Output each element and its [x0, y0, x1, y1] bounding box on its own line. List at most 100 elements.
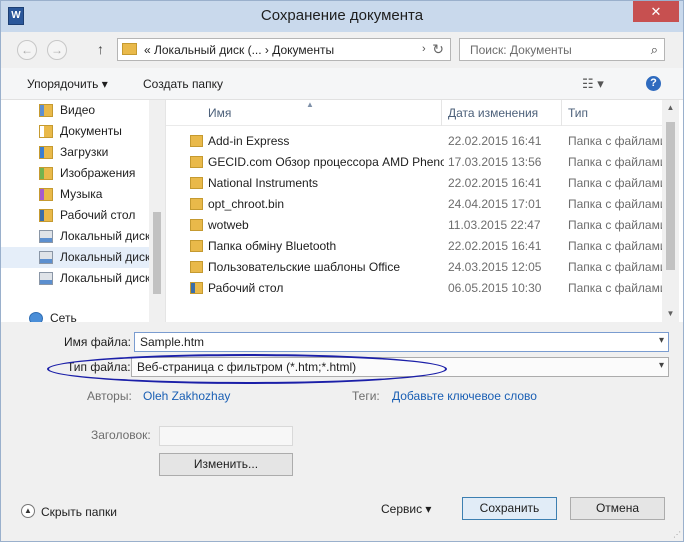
pictures-folder-icon — [39, 167, 53, 180]
file-row[interactable]: Папка обміну Bluetooth 22.02.2015 16:41 … — [166, 236, 662, 257]
sidebar-item-label: Сеть — [50, 311, 77, 322]
chevron-down-icon[interactable]: ▾ — [659, 360, 664, 371]
title-label: Заголовок: — [91, 428, 151, 442]
sidebar-item-music[interactable]: Музыка — [1, 184, 149, 205]
sidebar-item-label: Изображения — [60, 166, 136, 180]
sidebar-item-documents[interactable]: Документы — [1, 121, 149, 142]
sidebar-item-desktop[interactable]: Рабочий стол — [1, 205, 149, 226]
file-date: 22.02.2015 16:41 — [448, 176, 542, 190]
file-row[interactable]: GECID.com Обзор процессора AMD Phenom 17… — [166, 152, 662, 173]
file-type: Папка с файлами — [568, 155, 662, 169]
column-divider[interactable] — [561, 100, 562, 126]
toolbar: Упорядочить ▾ Создать папку ☷ ▾ ? — [1, 68, 683, 100]
new-folder-button[interactable]: Создать папку — [143, 77, 223, 91]
music-folder-icon — [39, 188, 53, 201]
authors-value[interactable]: Oleh Zakhozhay — [143, 389, 230, 403]
video-folder-icon — [39, 104, 53, 117]
file-name: wotweb — [208, 218, 249, 232]
address-bar[interactable]: « Локальный диск (... › Документы › ↻ — [117, 38, 451, 61]
file-row[interactable]: opt_chroot.bin 24.04.2015 17:01 Папка с … — [166, 194, 662, 215]
column-header-date[interactable]: Дата изменения — [448, 106, 538, 120]
sort-ascending-icon: ▲ — [306, 100, 314, 109]
help-icon[interactable]: ? — [646, 76, 661, 91]
filetype-value: Веб-страница с фильтром (*.htm;*.html) — [137, 360, 357, 374]
sidebar-item-label: Локальный диск — [60, 271, 151, 285]
forward-button[interactable]: → — [47, 40, 67, 60]
sidebar-item-pictures[interactable]: Изображения — [1, 163, 149, 184]
search-icon[interactable]: ⌕ — [651, 42, 658, 58]
sidebar-item-label: Рабочий стол — [60, 208, 136, 222]
save-document-dialog: W Сохранение документа ✕ ← → ↑ « Локальн… — [0, 0, 684, 542]
sidebar-item-downloads[interactable]: Загрузки — [1, 142, 149, 163]
chevron-right-icon[interactable]: › — [422, 43, 426, 55]
file-name: National Instruments — [208, 176, 319, 190]
close-button[interactable]: ✕ — [633, 1, 679, 22]
file-row[interactable]: wotweb 11.03.2015 22:47 Папка с файлами — [166, 215, 662, 236]
hide-folders-button[interactable]: Скрыть папки — [41, 505, 117, 519]
scrollbar-thumb[interactable] — [666, 122, 675, 270]
save-button[interactable]: Сохранить — [462, 497, 557, 520]
file-name: GECID.com Обзор процессора AMD Phenom — [208, 155, 444, 169]
desktop-folder-icon — [39, 209, 53, 222]
file-row[interactable]: Пользовательские шаблоны Office 24.03.20… — [166, 257, 662, 278]
column-header-type[interactable]: Тип — [568, 106, 588, 120]
sidebar-item-local-disk-2[interactable]: Локальный диск — [1, 247, 151, 268]
title-input — [159, 426, 293, 446]
sidebar-item-video[interactable]: Видео — [1, 100, 149, 121]
sidebar-item-local-disk-3[interactable]: Локальный диск — [1, 268, 151, 289]
folder-icon — [190, 156, 203, 168]
file-type: Папка с файлами — [568, 260, 662, 274]
title-bar: W Сохранение документа ✕ — [1, 1, 683, 32]
network-icon — [29, 312, 43, 322]
view-options-icon[interactable]: ☷ ▾ — [582, 76, 604, 92]
navigation-bar: ← → ↑ « Локальный диск (... › Документы … — [1, 32, 683, 68]
file-type: Папка с файлами — [568, 218, 662, 232]
sidebar-item-label: Локальный диск — [60, 250, 151, 264]
file-date: 17.03.2015 13:56 — [448, 155, 542, 169]
documents-folder-icon — [39, 125, 53, 138]
chevron-down-icon[interactable]: ▾ — [659, 335, 664, 346]
search-input[interactable]: Поиск: Документы ⌕ — [459, 38, 665, 61]
downloads-folder-icon — [39, 146, 53, 159]
resize-grip-icon[interactable]: ⋰ — [673, 530, 681, 539]
disk-icon — [39, 251, 53, 264]
file-type: Папка с файлами — [568, 239, 662, 253]
file-name: Пользовательские шаблоны Office — [208, 260, 400, 274]
file-type: Папка с файлами — [568, 281, 662, 295]
folder-icon — [190, 219, 203, 231]
chevron-up-icon[interactable]: ▲ — [21, 504, 35, 518]
scroll-up-icon[interactable]: ▲ — [662, 100, 679, 116]
file-row[interactable]: National Instruments 22.02.2015 16:41 Па… — [166, 173, 662, 194]
sidebar-item-local-disk-1[interactable]: Локальный диск — [1, 226, 151, 247]
scrollbar-thumb[interactable] — [153, 212, 161, 294]
file-date: 24.03.2015 12:05 — [448, 260, 542, 274]
filetype-select[interactable]: Веб-страница с фильтром (*.htm;*.html) ▾ — [131, 357, 669, 377]
file-date: 06.05.2015 10:30 — [448, 281, 542, 295]
file-name: opt_chroot.bin — [208, 197, 285, 211]
file-date: 24.04.2015 17:01 — [448, 197, 542, 211]
filename-value: Sample.htm — [140, 335, 205, 349]
sidebar-item-label: Локальный диск — [60, 229, 151, 243]
file-type: Папка с файлами — [568, 197, 662, 211]
disk-icon — [39, 230, 53, 243]
address-path[interactable]: « Локальный диск (... › Документы — [144, 43, 334, 57]
authors-label: Авторы: — [87, 389, 132, 403]
refresh-icon[interactable]: ↻ — [432, 41, 444, 58]
change-button[interactable]: Изменить... — [159, 453, 293, 476]
column-divider[interactable] — [441, 100, 442, 126]
file-row[interactable]: Рабочий стол 06.05.2015 10:30 Папка с фа… — [166, 278, 662, 299]
navigation-pane-scrollbar[interactable] — [149, 100, 165, 322]
tools-menu[interactable]: Сервис ▾ — [381, 502, 431, 516]
cancel-button[interactable]: Отмена — [570, 497, 665, 520]
filename-input[interactable]: Sample.htm ▾ — [134, 332, 669, 352]
folder-icon — [190, 135, 203, 147]
sidebar-item-network[interactable]: Сеть — [1, 308, 139, 322]
file-row[interactable]: Add-in Express 22.02.2015 16:41 Папка с … — [166, 131, 662, 152]
up-button[interactable]: ↑ — [97, 41, 104, 57]
back-button[interactable]: ← — [17, 40, 37, 60]
column-header-name[interactable]: Имя — [208, 106, 231, 120]
add-tag-link[interactable]: Добавьте ключевое слово — [392, 389, 537, 403]
file-list-scrollbar[interactable]: ▲ ▼ — [662, 100, 679, 322]
arrange-menu[interactable]: Упорядочить ▾ — [27, 77, 108, 91]
scroll-down-icon[interactable]: ▼ — [662, 306, 679, 322]
